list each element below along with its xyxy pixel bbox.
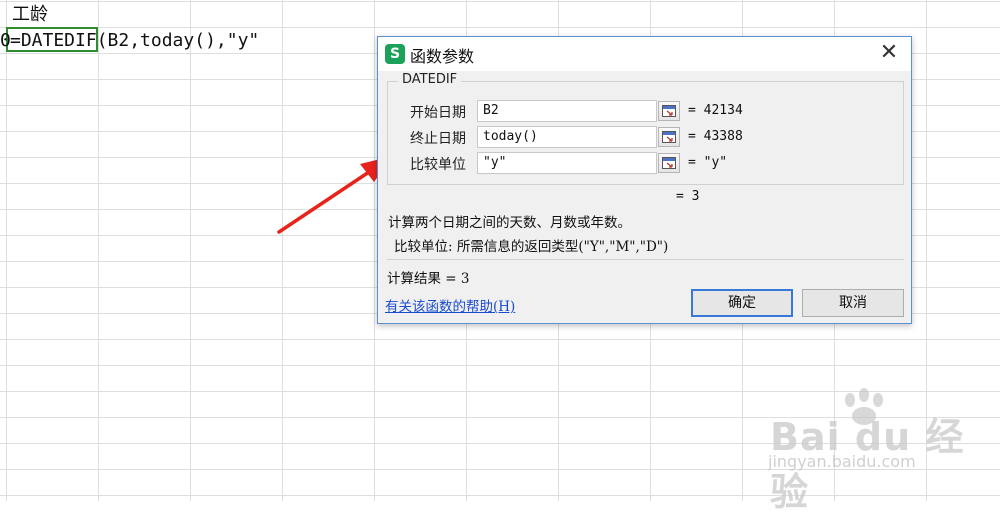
wps-app-icon: S <box>385 44 405 64</box>
cell-formula[interactable]: =DATEDIF(B2,today(),"y" <box>10 28 259 54</box>
divider <box>387 259 904 260</box>
function-group: DATEDIF 开始日期 B2 = 42134 终止日期 today() = 4… <box>387 72 904 185</box>
baidu-watermark: Bai du 经验 jingyan.baidu.com <box>762 386 992 514</box>
function-description: 计算两个日期之间的天数、月数或年数。 <box>388 215 631 231</box>
param-result: = 42134 <box>688 103 743 118</box>
param-row-end-date: 终止日期 today() = 43388 <box>388 126 903 150</box>
header-cell-seniority[interactable]: 工龄 <box>12 2 48 28</box>
function-arguments-dialog: S 函数参数 ✕ DATEDIF 开始日期 B2 = 42134 终止日期 to… <box>377 36 912 324</box>
param-label: 开始日期 <box>410 105 466 121</box>
end-date-input[interactable]: today() <box>477 126 657 148</box>
help-link[interactable]: 有关该函数的帮助(H) <box>385 295 515 315</box>
param-row-unit: 比较单位 "y" = "y" <box>388 152 903 176</box>
param-label: 终止日期 <box>410 131 466 147</box>
dialog-titlebar[interactable]: S 函数参数 ✕ <box>378 37 911 71</box>
param-result: = 43388 <box>688 129 743 144</box>
start-date-input[interactable]: B2 <box>477 100 657 122</box>
collapse-dialog-button[interactable] <box>658 127 680 147</box>
param-label: 比较单位 <box>410 157 466 173</box>
ok-button[interactable]: 确定 <box>691 289 793 317</box>
param-description: 比较单位: 所需信息的返回类型("Y","M","D") <box>394 239 669 255</box>
range-select-icon <box>662 131 676 143</box>
dialog-title: 函数参数 <box>410 47 475 66</box>
close-icon[interactable]: ✕ <box>877 41 901 65</box>
collapse-dialog-button[interactable] <box>658 101 680 121</box>
param-result: = "y" <box>688 155 728 170</box>
calc-result: 计算结果 = 3 <box>387 271 470 287</box>
range-select-icon <box>662 157 676 169</box>
range-select-icon <box>662 105 676 117</box>
param-row-start-date: 开始日期 B2 = 42134 <box>388 100 903 124</box>
unit-input[interactable]: "y" <box>477 152 657 174</box>
watermark-url: jingyan.baidu.com <box>768 452 916 471</box>
function-name: DATEDIF <box>398 72 462 87</box>
cancel-button[interactable]: 取消 <box>802 289 904 317</box>
collapse-dialog-button[interactable] <box>658 153 680 173</box>
formula-result: = 3 <box>676 189 700 204</box>
